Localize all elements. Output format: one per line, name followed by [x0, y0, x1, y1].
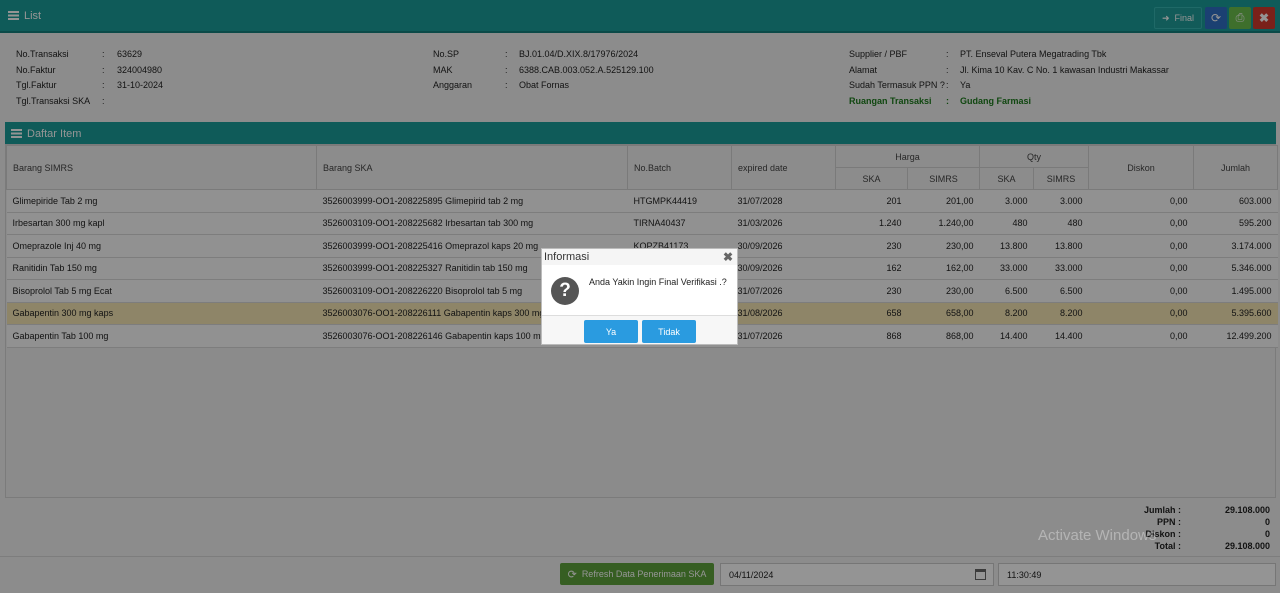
dialog-title: Informasi: [544, 251, 590, 263]
dialog-button-bar: Ya Tidak: [542, 315, 737, 344]
dialog-close-icon[interactable]: ✖: [723, 250, 733, 264]
dialog-title-bar: Informasi: [542, 249, 737, 265]
dialog-message: Anda Yakin Ingin Final Verifikasi .?: [589, 277, 727, 287]
os-watermark: Activate Windows: [1038, 527, 1157, 544]
no-button[interactable]: Tidak: [642, 320, 696, 343]
yes-button[interactable]: Ya: [584, 320, 638, 343]
question-icon: ?: [551, 277, 579, 305]
confirm-dialog: Informasi ✖ ? Anda Yakin Ingin Final Ver…: [541, 248, 738, 345]
